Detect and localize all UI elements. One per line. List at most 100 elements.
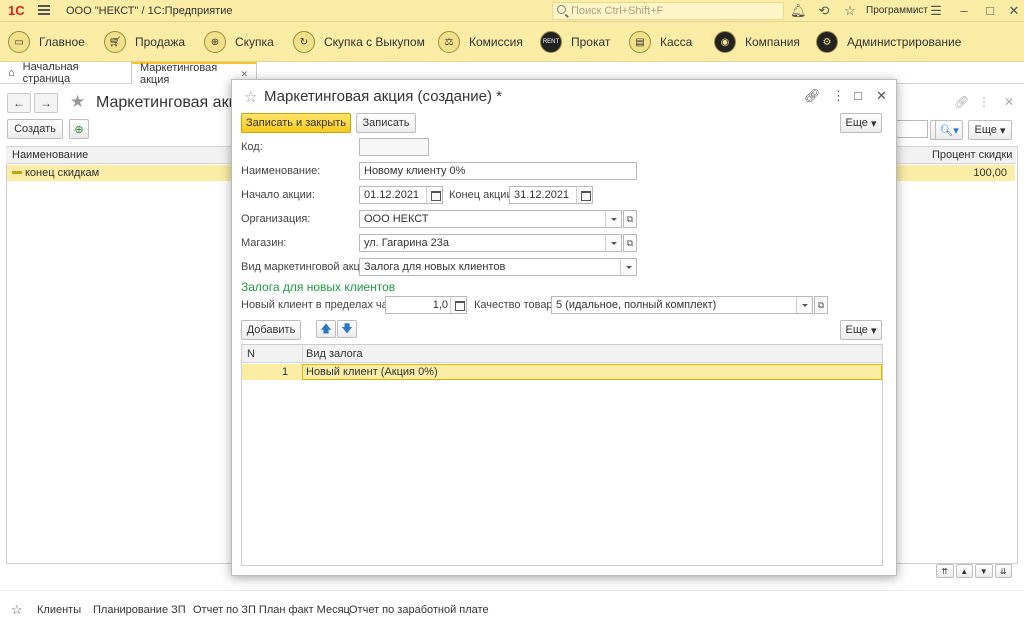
search-input[interactable]: Поиск Ctrl+Shift+F xyxy=(552,2,784,20)
link-icon[interactable]: 🔗︎ xyxy=(954,95,969,109)
more-vert-icon[interactable]: ⋮ xyxy=(978,95,990,109)
menu-icon[interactable] xyxy=(38,5,50,15)
name-field[interactable]: Новому клиенту 0% xyxy=(359,162,637,180)
window-title: ООО "НЕКСТ" / 1С:Предприятие xyxy=(66,5,233,17)
code-field[interactable] xyxy=(359,138,429,156)
scales-icon: ⚖ xyxy=(438,31,460,53)
link-salary-report[interactable]: Отчет по заработной плате xyxy=(349,604,489,616)
end-date-label: Конец акции: xyxy=(449,189,516,201)
calendar-icon[interactable] xyxy=(576,187,592,203)
section-commission[interactable]: ⚖ Комиссия xyxy=(438,30,523,54)
chevron-down-icon[interactable] xyxy=(620,259,636,275)
row-kind-cell[interactable]: Новый клиент (Акция 0%) xyxy=(302,364,882,380)
section-sales[interactable]: 🛒︎ Продажа xyxy=(104,30,185,54)
organization-select[interactable]: ООО НЕКСТ xyxy=(359,210,622,228)
create-copy-icon[interactable]: ⊕ xyxy=(69,119,89,139)
list-search-field[interactable] xyxy=(896,120,928,138)
section-rent[interactable]: RENT Прокат xyxy=(540,30,610,54)
section-label: Компания xyxy=(745,35,800,49)
open-quality-icon[interactable]: ⧉ xyxy=(814,296,828,314)
col-n-header[interactable]: N xyxy=(247,348,255,360)
close-form-icon[interactable]: ✕ xyxy=(1004,95,1014,109)
action-type-label: Вид маркетинговой акции: xyxy=(241,261,376,273)
calendar-icon[interactable] xyxy=(426,187,442,203)
action-type-value: Залога для новых клиентов xyxy=(364,261,506,273)
favorite-star-icon[interactable]: ★ xyxy=(70,92,85,112)
section-label: Касса xyxy=(660,35,693,49)
col-kind-header[interactable]: Вид залога xyxy=(306,348,363,360)
favorite-star-icon[interactable]: ☆ xyxy=(244,88,257,106)
home-icon: ▭ xyxy=(8,31,30,53)
section-buyup-redeem[interactable]: ↻ Скупка с Выкупом xyxy=(293,30,425,54)
calculator-icon[interactable] xyxy=(450,297,466,313)
section-company[interactable]: ◉ Компания xyxy=(714,30,800,54)
list-more-button[interactable]: Еще ▾ xyxy=(968,120,1012,140)
organization-label: Организация: xyxy=(241,213,311,225)
quality-select[interactable]: 5 (идальное, полный комплект) xyxy=(551,296,813,314)
col-name-header[interactable]: Наименование xyxy=(12,149,88,161)
save-and-close-button[interactable]: Записать и закрыть xyxy=(241,113,351,133)
open-shop-icon[interactable]: ⧉ xyxy=(623,234,637,252)
next-page-icon[interactable]: ▼ xyxy=(975,564,993,578)
col-percent-header[interactable]: Процент скидки xyxy=(932,149,1012,161)
dialog-more-button[interactable]: Еще ▾ xyxy=(840,113,882,133)
link-clients[interactable]: Клиенты xyxy=(37,604,81,616)
grid-more-button[interactable]: Еще ▾ xyxy=(840,320,882,340)
favorites-star-icon[interactable]: ☆ xyxy=(11,602,23,618)
end-date-field[interactable]: 31.12.2021 xyxy=(509,186,593,204)
settings-menu-icon[interactable]: ☰ xyxy=(928,3,944,19)
start-date-field[interactable]: 01.12.2021 xyxy=(359,186,443,204)
link-salary-plan-fact[interactable]: Отчет по ЗП План факт Месяц xyxy=(193,604,350,616)
close-window-icon[interactable]: ✕ xyxy=(1006,3,1022,19)
bell-icon[interactable]: 🔔︎ xyxy=(790,3,807,19)
move-up-icon[interactable]: 🡅 xyxy=(316,320,336,338)
add-row-button[interactable]: Добавить xyxy=(241,320,301,340)
maximize-icon[interactable]: □ xyxy=(854,88,862,103)
prev-page-icon[interactable]: ▲ xyxy=(955,564,973,578)
code-label: Код: xyxy=(241,141,263,153)
chevron-down-icon[interactable] xyxy=(605,211,621,227)
minimize-icon[interactable]: – xyxy=(956,3,972,19)
pledge-table-header: N Вид залога xyxy=(242,345,882,363)
create-button[interactable]: Создать xyxy=(7,119,63,139)
open-organization-icon[interactable]: ⧉ xyxy=(623,210,637,228)
section-main[interactable]: ▭ Главное xyxy=(8,30,85,54)
table-row[interactable]: 1 Новый клиент (Акция 0%) xyxy=(242,364,882,380)
save-button[interactable]: Записать xyxy=(356,113,416,133)
link-icon[interactable]: 🔗︎ xyxy=(804,88,821,104)
move-down-icon[interactable]: 🡇 xyxy=(337,320,357,338)
chevron-down-icon[interactable] xyxy=(605,235,621,251)
link-salary-planning[interactable]: Планирование ЗП xyxy=(93,604,186,616)
history-icon[interactable]: ⟲ xyxy=(816,3,832,19)
forward-button[interactable]: → xyxy=(34,93,58,113)
last-page-icon[interactable]: ⇊ xyxy=(994,564,1012,578)
action-type-select[interactable]: Залога для новых клиентов xyxy=(359,258,637,276)
hours-label: Новый клиент в пределах часов: xyxy=(241,299,409,311)
close-dialog-icon[interactable]: ✕ xyxy=(876,88,887,104)
more-vert-icon[interactable]: ⋮ xyxy=(832,88,845,104)
search-placeholder: Поиск Ctrl+Shift+F xyxy=(571,5,664,17)
hours-value: 1,0 xyxy=(432,299,448,311)
chevron-down-icon[interactable] xyxy=(796,297,812,313)
list-nav-buttons: ⇈ ▲ ▼ ⇊ xyxy=(936,564,1012,578)
search-button-icon[interactable]: 🔍︎▾ xyxy=(935,120,963,140)
user-name[interactable]: Программист xyxy=(866,5,928,16)
section-buyup[interactable]: ⊕ Скупка xyxy=(204,30,274,54)
rent-icon: RENT xyxy=(540,31,562,53)
maximize-icon[interactable]: □ xyxy=(982,3,998,19)
section-admin[interactable]: ⚙ Администрирование xyxy=(816,30,961,54)
tab-home[interactable]: ⌂ Начальная страница xyxy=(0,61,128,85)
close-tab-icon[interactable]: ✕ xyxy=(240,69,248,80)
section-cash[interactable]: ▤ Касса xyxy=(629,30,692,54)
more-label: Еще xyxy=(845,117,868,129)
hours-field[interactable]: 1,0 xyxy=(385,296,467,314)
end-date-value: 31.12.2021 xyxy=(514,189,570,201)
first-page-icon[interactable]: ⇈ xyxy=(936,564,954,578)
favorites-star-icon[interactable]: ☆ xyxy=(842,3,858,19)
row-percent: 100,00 xyxy=(973,167,1007,179)
shop-select[interactable]: ул. Гагарина 23а xyxy=(359,234,622,252)
shop-label: Магазин: xyxy=(241,237,287,249)
section-label: Администрирование xyxy=(847,35,962,49)
back-button[interactable]: ← xyxy=(7,93,31,113)
sections-panel: ▭ Главное 🛒︎ Продажа ⊕ Скупка ↻ Скупка с Вык… xyxy=(0,22,1024,62)
